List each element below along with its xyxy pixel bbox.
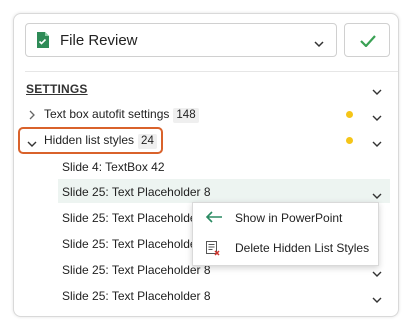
row-expand-chevron-icon[interactable] bbox=[372, 111, 382, 125]
menu-item-show-in-powerpoint[interactable]: Show in PowerPoint bbox=[193, 204, 378, 232]
section-title: SETTINGS bbox=[26, 82, 88, 96]
list-item[interactable]: Slide 25: Text Placeholder 8 bbox=[62, 211, 211, 225]
list-item[interactable]: Slide 25: Text Placeholder 8 bbox=[62, 263, 211, 277]
file-review-dropdown[interactable]: File Review bbox=[25, 23, 337, 57]
tree-item-hidden-list-styles[interactable]: Hidden list styles 24 bbox=[44, 133, 157, 149]
menu-item-delete-hidden-list-styles[interactable]: Delete Hidden List Styles bbox=[193, 234, 378, 262]
confirm-button[interactable] bbox=[344, 23, 390, 57]
list-item[interactable]: Slide 4: TextBox 42 bbox=[62, 160, 165, 174]
arrow-left-icon bbox=[205, 210, 223, 227]
divider bbox=[25, 71, 398, 72]
menu-item-label: Delete Hidden List Styles bbox=[235, 241, 370, 255]
chevron-down-icon bbox=[314, 37, 324, 51]
list-item[interactable]: Slide 25: Text Placeholder 8 bbox=[62, 289, 211, 303]
tree-item-autofit[interactable]: Text box autofit settings 148 bbox=[44, 107, 199, 123]
row-expand-chevron-icon[interactable] bbox=[372, 189, 382, 203]
list-item[interactable]: Slide 25: Text Placeholder 8 bbox=[62, 185, 211, 199]
count-badge: 148 bbox=[173, 108, 199, 123]
tree-item-label: Text box autofit settings bbox=[44, 107, 170, 121]
warning-dot bbox=[346, 111, 353, 118]
row-expand-chevron-icon[interactable] bbox=[372, 293, 382, 307]
chevron-right-icon[interactable] bbox=[29, 109, 36, 123]
list-item[interactable]: Slide 25: Text Placeholder 8 bbox=[62, 237, 211, 251]
row-expand-chevron-icon[interactable] bbox=[372, 137, 382, 151]
section-collapse-chevron-icon[interactable] bbox=[372, 85, 382, 99]
row-expand-chevron-icon[interactable] bbox=[372, 267, 382, 281]
menu-item-label: Show in PowerPoint bbox=[235, 211, 343, 225]
count-badge: 24 bbox=[138, 134, 157, 149]
chevron-down-icon[interactable] bbox=[27, 137, 37, 151]
dropdown-title: File Review bbox=[60, 32, 138, 49]
document-icon bbox=[36, 31, 50, 52]
context-menu: Show in PowerPoint Delete Hidden List St… bbox=[192, 202, 379, 266]
delete-list-icon bbox=[205, 240, 221, 259]
tree-item-label: Hidden list styles bbox=[44, 133, 135, 147]
warning-dot bbox=[346, 137, 353, 144]
